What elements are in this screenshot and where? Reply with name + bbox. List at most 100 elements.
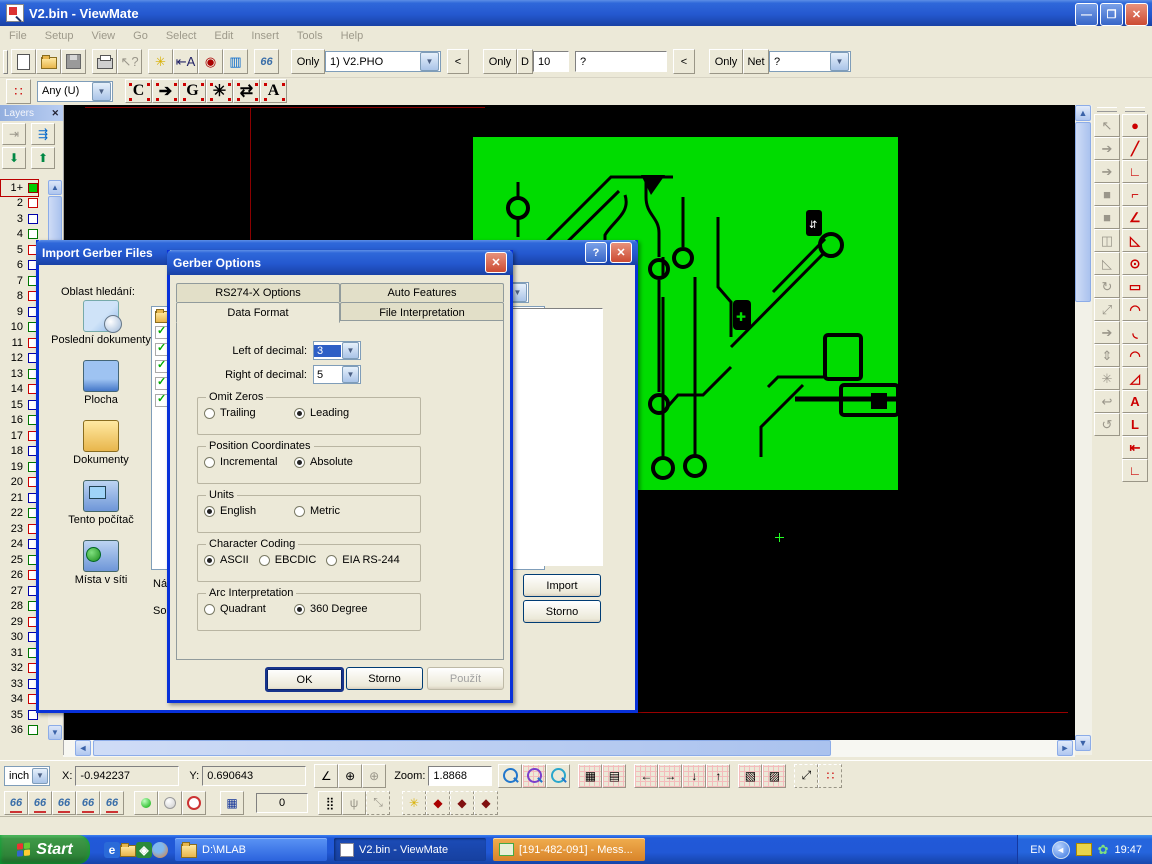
snap-button[interactable]: ◉ xyxy=(198,49,223,74)
prev-dcode-button[interactable]: < xyxy=(673,49,695,74)
view-all-button[interactable]: 66 xyxy=(254,49,279,74)
new-file-button[interactable] xyxy=(11,49,36,74)
radio-trailing[interactable]: Trailing xyxy=(204,407,294,419)
copy-view-button[interactable]: ▧ xyxy=(738,764,762,788)
place-item[interactable]: Tento počítač xyxy=(51,480,151,526)
layer-row[interactable]: 1+ xyxy=(1,180,38,196)
pad-filter-button[interactable]: ✳ xyxy=(206,79,233,103)
layer-row[interactable]: 32 xyxy=(1,661,38,677)
layer-row[interactable]: 33 xyxy=(1,676,38,692)
layer-row[interactable]: 21 xyxy=(1,490,38,506)
import-cancel-button[interactable]: Storno xyxy=(523,600,601,623)
hscroll-thumb[interactable] xyxy=(93,740,831,756)
line-width-tool[interactable]: ⇤ xyxy=(1122,436,1148,459)
rotate-tool[interactable]: ↻ xyxy=(1094,275,1120,298)
resize-tool[interactable]: ⤢ xyxy=(1094,298,1120,321)
vertical-scrollbar[interactable]: ▲ ▼ xyxy=(1075,105,1092,755)
horizontal-scrollbar[interactable]: ◄ ► xyxy=(63,740,1075,757)
start-button[interactable]: Start xyxy=(0,835,90,864)
radio-360-degree[interactable]: 360 Degree xyxy=(294,603,368,615)
scroll-down-arrow[interactable]: ▼ xyxy=(48,725,62,740)
layer-row[interactable]: 31 xyxy=(1,645,38,661)
layer-insert-button[interactable]: ⇥ xyxy=(2,123,26,145)
place-item[interactable]: Místa v síti xyxy=(51,540,151,586)
view-pads-button[interactable]: 66 xyxy=(76,791,100,815)
gerber-dialog-titlebar[interactable]: Gerber Options ✕ xyxy=(167,250,513,275)
origin-button[interactable]: ⊕ xyxy=(338,764,362,788)
radio-ascii[interactable]: ASCII xyxy=(204,554,249,566)
tray-card-icon[interactable] xyxy=(1076,843,1092,856)
redo-tool[interactable]: ↺ xyxy=(1094,413,1120,436)
layer-row[interactable]: 26 xyxy=(1,568,38,584)
menu-item[interactable]: Setup xyxy=(36,30,83,42)
pad-select-button[interactable]: ◆ xyxy=(426,791,450,815)
radio-absolute[interactable]: Absolute xyxy=(294,456,353,468)
print-button[interactable] xyxy=(92,49,117,74)
dcode-filter-input[interactable]: ? xyxy=(575,51,667,72)
layer-row[interactable]: 5 xyxy=(1,242,38,258)
layer-row[interactable]: 25 xyxy=(1,552,38,568)
goto-filter-button[interactable]: ➔ xyxy=(152,79,179,103)
layer-row[interactable]: 11 xyxy=(1,335,38,351)
tab-data-format[interactable]: Data Format xyxy=(176,302,340,323)
grid-toggle-button[interactable]: ▤ xyxy=(602,764,626,788)
layer-color-swatch[interactable] xyxy=(28,229,38,239)
layer-row[interactable]: 20 xyxy=(1,475,38,491)
draw-polyline-tool[interactable]: ∟ xyxy=(1122,160,1148,183)
layer-row[interactable]: 36 xyxy=(1,723,38,739)
chevron-down-icon[interactable]: ▼ xyxy=(830,52,849,71)
pan-up-button[interactable]: ↑ xyxy=(706,764,730,788)
layer-combobox[interactable]: 1) V2.PHO ▼ xyxy=(325,51,441,72)
layer-order-button[interactable]: ⇶ xyxy=(31,123,55,145)
layer-row[interactable]: 17 xyxy=(1,428,38,444)
left-decimal-dropdown[interactable]: 3 ▼ xyxy=(313,341,361,360)
dialog-close-button[interactable]: ✕ xyxy=(610,242,632,263)
ok-button[interactable]: OK xyxy=(265,667,344,692)
item-type-combobox[interactable]: Any (U) ▼ xyxy=(37,81,113,102)
tile-windows-button[interactable]: ▦ xyxy=(220,791,244,815)
quick-launch-folder-icon[interactable] xyxy=(120,842,136,858)
step-repeat-tool[interactable]: ⇕ xyxy=(1094,344,1120,367)
close-icon[interactable]: ✕ xyxy=(51,108,59,119)
layer-row[interactable]: 4 xyxy=(1,227,38,243)
cancel-button[interactable]: Storno xyxy=(346,667,423,690)
chevron-down-icon[interactable]: ▼ xyxy=(32,768,48,784)
draw-circle-tool[interactable]: ⊙ xyxy=(1122,252,1148,275)
pan-down-button[interactable]: ↓ xyxy=(682,764,706,788)
tray-flower-icon[interactable]: ✿ xyxy=(1098,842,1109,858)
radio-quadrant[interactable]: Quadrant xyxy=(204,603,294,615)
transfer-pad-tool[interactable]: ➔ xyxy=(1094,137,1120,160)
block-fill-2-tool[interactable]: ■ xyxy=(1094,206,1120,229)
scroll-up-arrow[interactable]: ▲ xyxy=(1075,105,1091,121)
select-area-button[interactable]: ⤢ xyxy=(794,764,818,788)
grid-numbers-button[interactable]: ▦ xyxy=(578,764,602,788)
menu-item[interactable]: File xyxy=(0,30,36,42)
trace-filter-button[interactable]: ⇄ xyxy=(233,79,260,103)
zoom-input[interactable]: 1.8868 xyxy=(428,766,492,786)
layer-row[interactable]: 2 xyxy=(1,196,38,212)
undo-tool[interactable]: ↩ xyxy=(1094,390,1120,413)
components-filter-button[interactable]: C xyxy=(125,79,152,103)
tab-auto-features[interactable]: Auto Features xyxy=(340,283,504,302)
only-layer-toggle[interactable]: Only xyxy=(291,49,325,74)
highlight-clear-button[interactable] xyxy=(182,791,206,815)
draw-bend-tool[interactable]: ∟ xyxy=(1122,459,1148,482)
radio-eia-rs244[interactable]: EIA RS-244 xyxy=(326,554,399,566)
draw-label-tool[interactable]: L xyxy=(1122,413,1148,436)
draw-corner-tool[interactable]: ⌐ xyxy=(1122,183,1148,206)
layer-row[interactable]: 13 xyxy=(1,366,38,382)
import-button[interactable]: Import xyxy=(523,574,601,597)
pad-rotate-button[interactable]: ◆ xyxy=(450,791,474,815)
menu-item[interactable]: Select xyxy=(157,30,206,42)
view-selected-button[interactable]: 66 xyxy=(4,791,28,815)
scroll-up-arrow[interactable]: ▲ xyxy=(48,180,62,195)
toolbar-grip[interactable] xyxy=(3,50,8,74)
menu-item[interactable]: Tools xyxy=(288,30,332,42)
gerber-filter-button[interactable]: G xyxy=(179,79,206,103)
layer-row[interactable]: 9 xyxy=(1,304,38,320)
highlight-off-button[interactable] xyxy=(158,791,182,815)
dialog-help-button[interactable]: ? xyxy=(585,242,607,263)
pan-right-button[interactable]: → xyxy=(658,764,682,788)
radio-leading[interactable]: Leading xyxy=(294,407,349,419)
taskbar-item-viewmate[interactable]: V2.bin - ViewMate xyxy=(334,838,486,861)
